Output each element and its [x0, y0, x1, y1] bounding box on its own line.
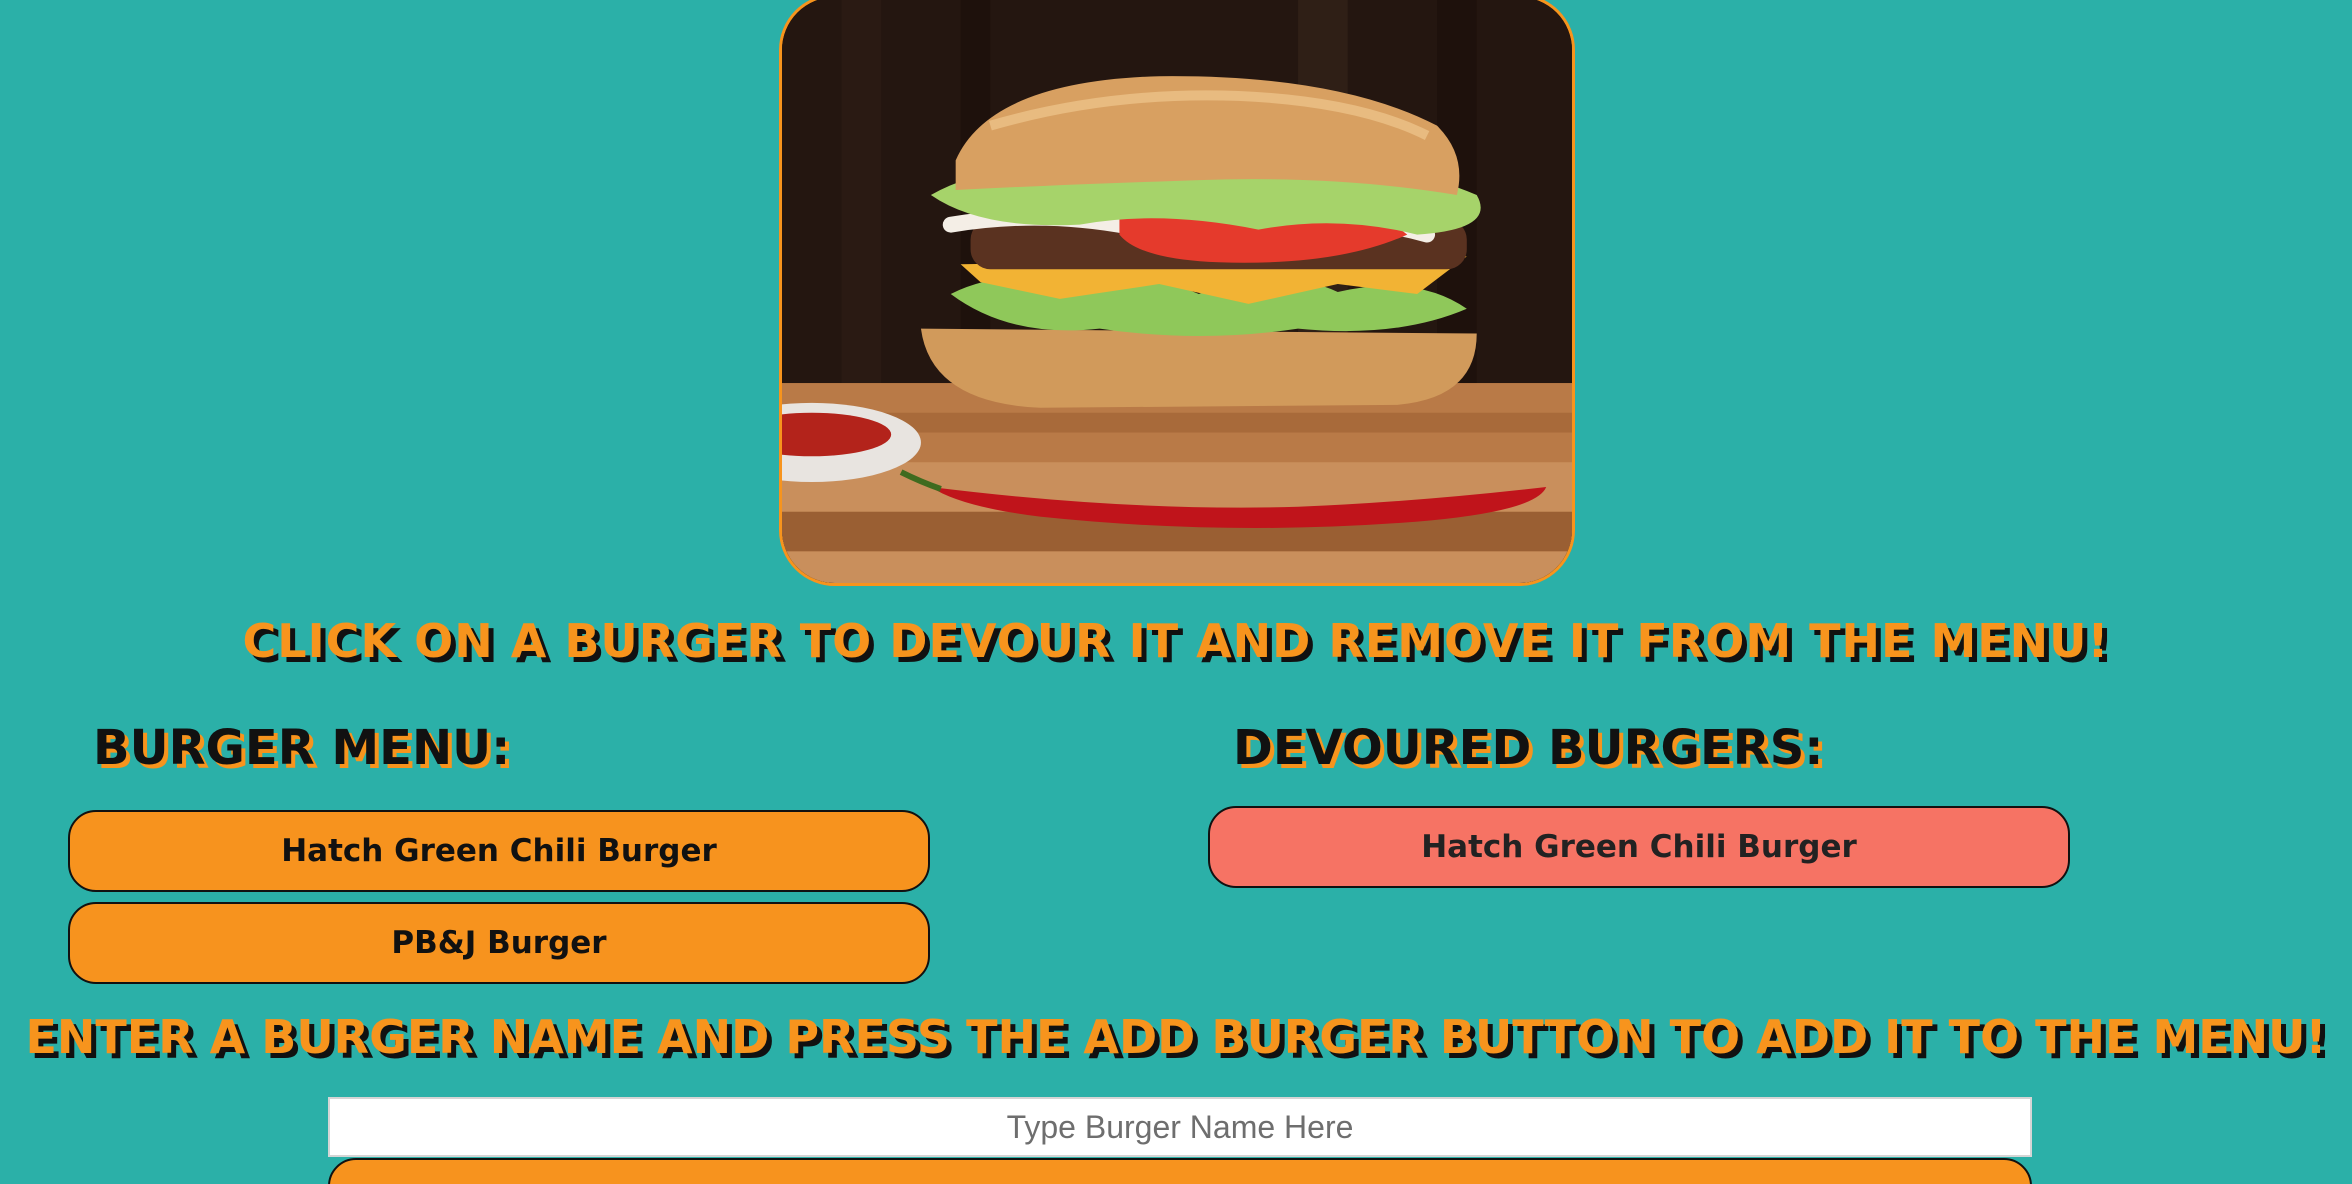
devour-instructions: Click on a burger to devour it and remov…: [242, 614, 2110, 668]
add-instructions: Enter a burger name and press the add bu…: [25, 1010, 2327, 1064]
hero-burger-image: [779, 0, 1575, 586]
burger-menu-heading: Burger Menu:: [93, 720, 511, 776]
burger-illustration: [782, 0, 1572, 583]
add-burger-button[interactable]: [328, 1158, 2032, 1184]
menu-burger-button[interactable]: PB&J Burger: [68, 902, 930, 984]
burger-name-input[interactable]: [328, 1097, 2032, 1157]
page: Click on a burger to devour it and remov…: [0, 0, 2352, 1184]
menu-burger-button[interactable]: Hatch Green Chili Burger: [68, 810, 930, 892]
devoured-burgers-heading: Devoured Burgers:: [1233, 720, 1824, 776]
devoured-burger-button[interactable]: Hatch Green Chili Burger: [1208, 806, 2070, 888]
